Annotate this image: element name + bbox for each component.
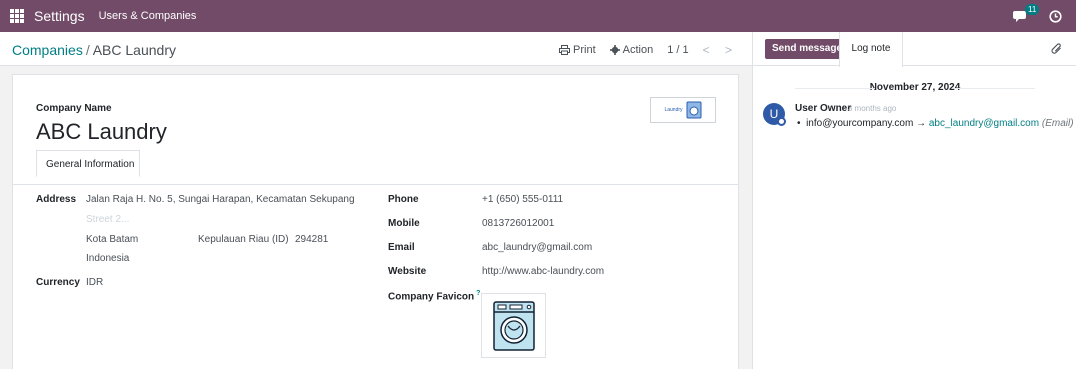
- favicon-label: Company Favicon?: [388, 290, 480, 302]
- favicon-label-text: Company Favicon: [388, 291, 475, 303]
- print-button[interactable]: Print: [559, 44, 596, 56]
- chat-icon[interactable]: 11: [1013, 4, 1040, 23]
- company-favicon[interactable]: [481, 293, 546, 358]
- log-note-button[interactable]: Log note: [839, 32, 903, 67]
- company-name-field[interactable]: ABC Laundry: [36, 119, 167, 145]
- currency-label: Currency: [36, 277, 80, 288]
- gear-icon: [609, 45, 620, 55]
- navbar-systray: 11: [1013, 0, 1062, 32]
- email-field[interactable]: abc_laundry@gmail.com: [482, 242, 592, 253]
- print-icon: [559, 45, 571, 55]
- company-name-label: Company Name: [36, 103, 112, 114]
- apps-icon[interactable]: [10, 9, 24, 23]
- arrow-icon: →: [916, 118, 927, 129]
- street-field[interactable]: Jalan Raja H. No. 5, Sungai Harapan, Kec…: [86, 194, 355, 205]
- email-label: Email: [388, 242, 415, 253]
- message-time: - 3 months ago: [843, 104, 897, 113]
- pager-value[interactable]: 1 / 1: [667, 44, 688, 56]
- favicon-help-icon[interactable]: ?: [476, 290, 480, 297]
- action-label: Action: [622, 44, 654, 56]
- print-label: Print: [573, 44, 596, 56]
- top-navbar: Settings Users & Companies 11: [0, 0, 1076, 32]
- mobile-field[interactable]: 0813726012001: [482, 218, 554, 229]
- breadcrumb-current: ABC Laundry: [92, 42, 176, 58]
- pager-arrows[interactable]: < >: [703, 43, 738, 57]
- breadcrumb-separator: /: [85, 42, 90, 58]
- phone-label: Phone: [388, 194, 419, 205]
- control-panel: Companies / ABC Laundry Print Action 1 / 1…: [0, 32, 752, 66]
- breadcrumb-companies[interactable]: Companies: [12, 42, 83, 58]
- currency-field[interactable]: IDR: [86, 277, 103, 288]
- control-panel-actions: Print Action 1 / 1 < >: [559, 43, 738, 57]
- bullet-icon: •: [797, 118, 801, 129]
- city-field[interactable]: Kota Batam: [86, 234, 138, 245]
- form-area: Company Name ABC Laundry Laundry General…: [0, 66, 752, 369]
- send-message-button[interactable]: Send message: [765, 39, 850, 59]
- tracking-field-name: (Email): [1041, 118, 1074, 129]
- form-sheet: Company Name ABC Laundry Laundry General…: [12, 74, 739, 369]
- clock-icon[interactable]: [1049, 9, 1062, 23]
- logo-text: Laundry: [664, 107, 683, 113]
- action-button[interactable]: Action: [609, 44, 654, 56]
- date-separator: November 27, 2024: [753, 82, 1076, 93]
- tracking-old-value: info@yourcompany.com: [806, 118, 914, 129]
- street2-field[interactable]: Street 2...: [86, 214, 129, 225]
- washing-machine-icon: [492, 300, 535, 351]
- message-count-badge: 11: [1025, 4, 1040, 15]
- phone-field[interactable]: +1 (650) 555-0111: [482, 194, 563, 205]
- zip-field[interactable]: 294281: [295, 234, 328, 245]
- chatter-topbar: Send message Log note: [753, 32, 1076, 67]
- avatar-status-icon: [777, 117, 786, 126]
- tab-general-information[interactable]: General Information: [36, 150, 140, 177]
- address-label: Address: [36, 194, 77, 205]
- state-field[interactable]: Kepulauan Riau (ID): [198, 234, 289, 245]
- country-field[interactable]: Indonesia: [86, 253, 129, 264]
- company-logo[interactable]: Laundry: [650, 97, 716, 123]
- tracking-new-value: abc_laundry@gmail.com: [928, 118, 1040, 129]
- website-field[interactable]: http://www.abc-laundry.com: [482, 266, 604, 277]
- mobile-label: Mobile: [388, 218, 420, 229]
- paperclip-icon[interactable]: [1051, 42, 1063, 58]
- website-label: Website: [388, 266, 427, 277]
- chatter: Send message Log note November 27, 2024 …: [752, 32, 1076, 369]
- washing-machine-logo-icon: [686, 101, 702, 119]
- breadcrumb: Companies / ABC Laundry: [12, 42, 176, 58]
- menu-users-companies[interactable]: Users & Companies: [99, 10, 197, 22]
- app-title[interactable]: Settings: [34, 8, 85, 24]
- tracking-value-line: • info@yourcompany.com → abc_laundry@gma…: [797, 118, 1074, 129]
